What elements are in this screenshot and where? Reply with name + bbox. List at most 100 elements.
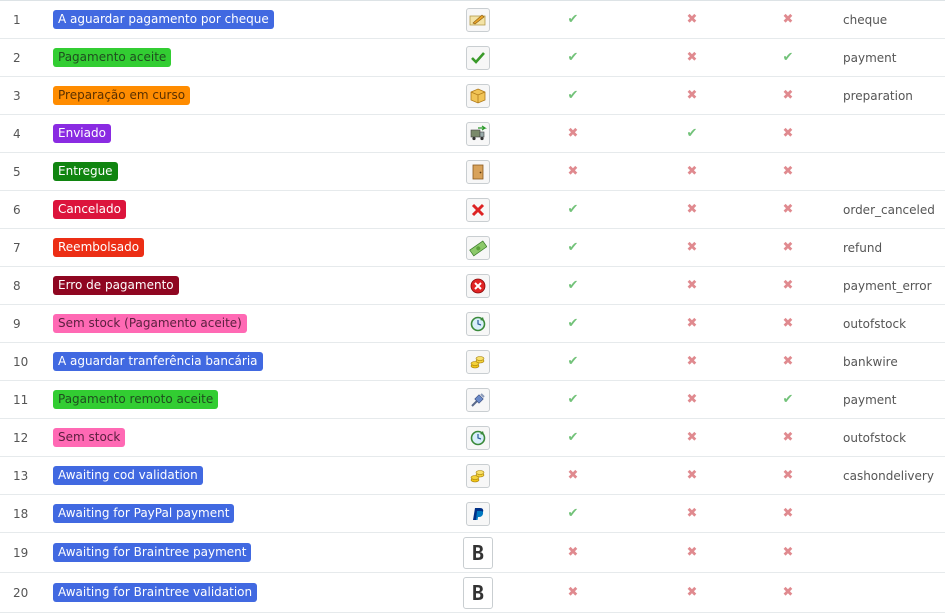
- table-row[interactable]: 4 Enviado ✖ ✔ ✖: [0, 115, 945, 153]
- plug-connection-icon: [466, 387, 490, 412]
- table-row[interactable]: 8 Erro de pagamento ✔ ✖ ✖ payment_error: [0, 267, 945, 305]
- delivery-flag[interactable]: ✖: [679, 419, 705, 456]
- status-id: 20: [13, 585, 29, 600]
- send-email-flag[interactable]: ✔: [560, 305, 586, 342]
- cross-icon: ✖: [686, 88, 698, 103]
- table-row[interactable]: 1 A aguardar pagamento por cheque ✔ ✖ ✖ chequ…: [0, 1, 945, 39]
- cross-icon: ✖: [782, 12, 794, 27]
- invoice-flag[interactable]: ✔: [775, 39, 801, 76]
- send-email-flag[interactable]: ✔: [560, 343, 586, 380]
- delivery-flag[interactable]: ✖: [679, 39, 705, 76]
- table-row[interactable]: 9 Sem stock (Pagamento aceite) ✔ ✖ ✖ outofsto…: [0, 305, 945, 343]
- send-email-flag[interactable]: ✖: [560, 573, 586, 612]
- delivery-flag[interactable]: ✖: [679, 573, 705, 612]
- email-template: bankwire: [843, 354, 898, 369]
- send-email-flag[interactable]: ✔: [560, 39, 586, 76]
- delivery-flag[interactable]: ✖: [679, 457, 705, 494]
- status-id: 18: [13, 506, 29, 521]
- check-icon: ✔: [782, 392, 794, 407]
- invoice-flag[interactable]: ✖: [775, 115, 801, 152]
- status-icon-cell: [463, 115, 493, 152]
- delivery-flag[interactable]: ✖: [679, 229, 705, 266]
- send-email-flag[interactable]: ✖: [560, 115, 586, 152]
- cross-icon: ✖: [686, 468, 698, 483]
- invoice-flag[interactable]: ✖: [775, 533, 801, 572]
- delivery-flag[interactable]: ✖: [679, 533, 705, 572]
- status-badge: Cancelado: [53, 200, 126, 219]
- status-name-cell: Awaiting for Braintree payment: [53, 533, 453, 572]
- invoice-flag[interactable]: ✖: [775, 77, 801, 114]
- delivery-flag[interactable]: ✖: [679, 381, 705, 418]
- status-name-cell: Awaiting for Braintree validation: [53, 573, 453, 612]
- send-email-flag[interactable]: ✖: [560, 533, 586, 572]
- send-email-flag[interactable]: ✔: [560, 229, 586, 266]
- table-row[interactable]: 13 Awaiting cod validation ✖ ✖ ✖ cashondelive…: [0, 457, 945, 495]
- status-icon-cell: B: [463, 573, 493, 612]
- send-email-flag[interactable]: ✔: [560, 1, 586, 38]
- paypal-icon: [466, 501, 490, 526]
- invoice-flag[interactable]: ✖: [775, 191, 801, 228]
- send-email-flag[interactable]: ✔: [560, 77, 586, 114]
- table-row[interactable]: 3 Preparação em curso ✔ ✖ ✖ preparation: [0, 77, 945, 115]
- delivery-flag[interactable]: ✖: [679, 343, 705, 380]
- table-row[interactable]: 11 Pagamento remoto aceite ✔ ✖ ✔ payment: [0, 381, 945, 419]
- invoice-flag[interactable]: ✖: [775, 573, 801, 612]
- status-icon-cell: [463, 39, 493, 76]
- check-icon: ✔: [567, 316, 579, 331]
- status-icon-cell: [463, 381, 493, 418]
- check-icon: ✔: [567, 202, 579, 217]
- status-badge: Awaiting for PayPal payment: [53, 504, 235, 523]
- cross-icon: ✖: [686, 12, 698, 27]
- refresh-clock-icon: [466, 311, 490, 336]
- table-row[interactable]: 7 Reembolsado ✔ ✖ ✖ refund: [0, 229, 945, 267]
- table-row[interactable]: 19 Awaiting for Braintree payment B ✖ ✖ ✖: [0, 533, 945, 573]
- cross-icon: ✖: [686, 354, 698, 369]
- send-email-flag[interactable]: ✔: [560, 191, 586, 228]
- cross-icon: ✖: [782, 354, 794, 369]
- delivery-flag[interactable]: ✖: [679, 305, 705, 342]
- invoice-flag[interactable]: ✖: [775, 229, 801, 266]
- delivery-flag[interactable]: ✖: [679, 153, 705, 190]
- send-email-flag[interactable]: ✔: [560, 495, 586, 532]
- invoice-flag[interactable]: ✖: [775, 305, 801, 342]
- table-row[interactable]: 12 Sem stock ✔ ✖ ✖ outofstock: [0, 419, 945, 457]
- send-email-flag[interactable]: ✔: [560, 381, 586, 418]
- table-row[interactable]: 5 Entregue ✖ ✖ ✖: [0, 153, 945, 191]
- table-row[interactable]: 18 Awaiting for PayPal payment ✔ ✖ ✖: [0, 495, 945, 533]
- invoice-flag[interactable]: ✖: [775, 267, 801, 304]
- status-icon-cell: [463, 153, 493, 190]
- invoice-flag[interactable]: ✖: [775, 153, 801, 190]
- send-email-flag[interactable]: ✖: [560, 153, 586, 190]
- cheque-pen-icon: [466, 7, 490, 32]
- email-template: payment: [843, 50, 897, 65]
- invoice-flag[interactable]: ✖: [775, 457, 801, 494]
- delivery-flag[interactable]: ✖: [679, 1, 705, 38]
- status-icon-cell: [463, 191, 493, 228]
- send-email-flag[interactable]: ✔: [560, 419, 586, 456]
- status-badge: Sem stock: [53, 428, 126, 447]
- table-row[interactable]: 2 Pagamento aceite ✔ ✖ ✔ payment: [0, 39, 945, 77]
- send-email-flag[interactable]: ✖: [560, 457, 586, 494]
- invoice-flag[interactable]: ✖: [775, 495, 801, 532]
- cross-icon: ✖: [782, 126, 794, 141]
- invoice-flag[interactable]: ✖: [775, 419, 801, 456]
- delivery-flag[interactable]: ✖: [679, 77, 705, 114]
- table-row[interactable]: 20 Awaiting for Braintree validation B ✖ ✖ ✖: [0, 573, 945, 613]
- delivery-flag[interactable]: ✖: [679, 267, 705, 304]
- delivery-flag[interactable]: ✖: [679, 495, 705, 532]
- cross-icon: ✖: [782, 506, 794, 521]
- email-template: cashondelivery: [843, 468, 934, 483]
- invoice-flag[interactable]: ✔: [775, 381, 801, 418]
- delivery-flag[interactable]: ✔: [679, 115, 705, 152]
- table-row[interactable]: 6 Cancelado ✔ ✖ ✖ order_canceled: [0, 191, 945, 229]
- table-row[interactable]: 10 A aguardar tranferência bancária ✔ ✖ ✖ ban…: [0, 343, 945, 381]
- check-icon: ✔: [567, 88, 579, 103]
- delivery-flag[interactable]: ✖: [679, 191, 705, 228]
- send-email-flag[interactable]: ✔: [560, 267, 586, 304]
- cross-icon: ✖: [782, 468, 794, 483]
- invoice-flag[interactable]: ✖: [775, 1, 801, 38]
- check-icon: ✔: [567, 278, 579, 293]
- cross-icon: ✖: [567, 126, 579, 141]
- invoice-flag[interactable]: ✖: [775, 343, 801, 380]
- status-name-cell: Erro de pagamento: [53, 267, 453, 304]
